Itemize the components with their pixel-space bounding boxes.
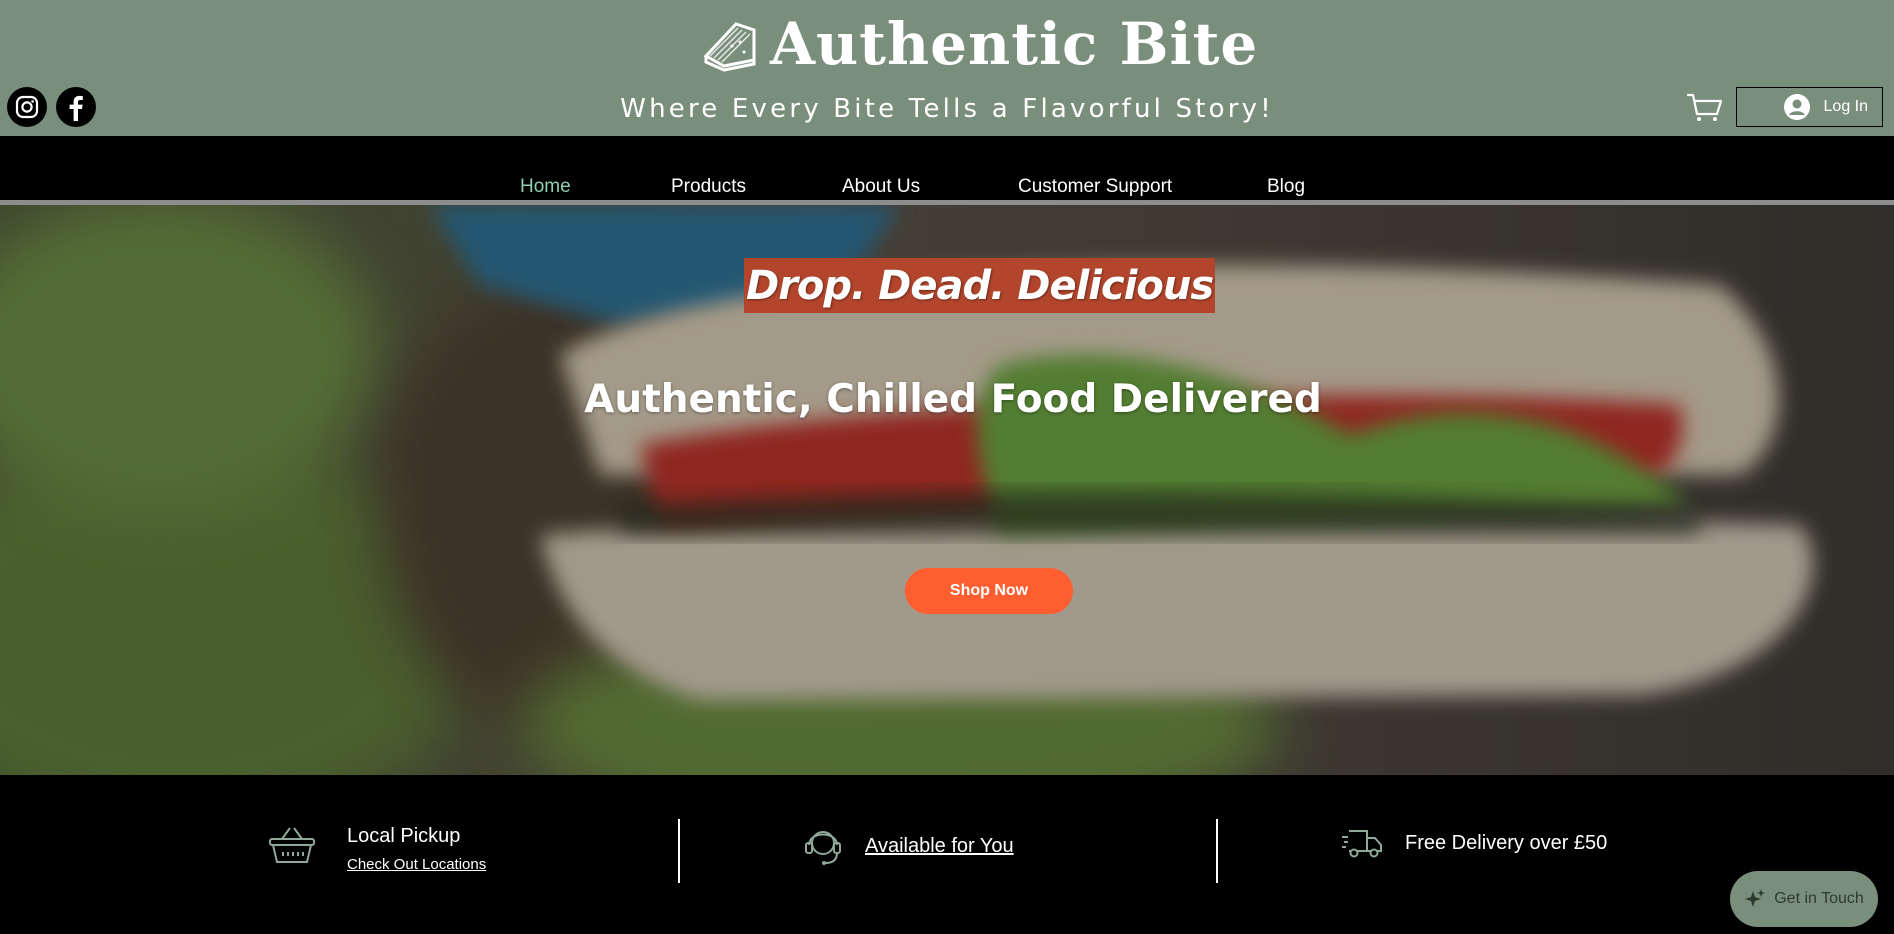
facebook-icon [58,89,94,125]
nav-items: Home Products About Us Customer Support … [0,176,1894,200]
user-avatar-icon [1783,94,1810,120]
hero-section: Drop. Dead. Delicious Authentic, Chilled… [0,205,1894,775]
brand[interactable]: Authentic Bite [700,6,1258,82]
social-bar [7,87,96,127]
hero-headline-text: Drop. Dead. Delicious [746,262,1214,309]
feature-divider [678,819,680,883]
available-for-you-link[interactable]: Available for You [865,835,1014,858]
shop-now-button[interactable]: Shop Now [905,568,1073,614]
brand-name: Authentic Bite [770,10,1259,78]
nav-item-customer-support[interactable]: Customer Support [1018,176,1172,198]
tagline: Where Every Bite Tells a Flavorful Story… [620,94,1274,124]
nav-item-about-us[interactable]: About Us [842,176,920,198]
hero-subheadline: Authentic, Chilled Food Delivered [584,377,1322,422]
features-bar: Local Pickup Check Out Locations Availab… [0,775,1894,934]
get-in-touch-button[interactable]: Get in Touch [1730,871,1878,927]
cart-icon[interactable] [1686,92,1722,122]
hero-headline: Drop. Dead. Delicious [744,258,1216,313]
site-header: Authentic Bite Where Every Bite Tells a … [0,0,1894,136]
main-nav: Home Products About Us Customer Support … [0,136,1894,200]
nav-item-blog[interactable]: Blog [1267,176,1305,198]
free-delivery-text: Free Delivery over £50 [1405,832,1608,854]
headset-icon [805,831,841,865]
nav-item-products[interactable]: Products [671,176,746,198]
login-button[interactable]: Log In [1736,87,1883,127]
basket-icon [269,827,315,863]
login-label: Log In [1823,98,1868,115]
check-out-locations-link[interactable]: Check Out Locations [347,856,486,873]
local-pickup-title: Local Pickup [347,825,461,847]
instagram-icon [15,95,39,119]
feature-divider [1216,819,1218,883]
sandwich-logo-icon [703,22,756,72]
delivery-truck-icon [1342,830,1382,858]
instagram-link[interactable] [7,87,47,127]
facebook-link[interactable] [56,87,96,127]
nav-item-home[interactable]: Home [520,176,571,198]
get-in-touch-label: Get in Touch [1774,890,1864,907]
sparkle-icon [1745,889,1766,907]
